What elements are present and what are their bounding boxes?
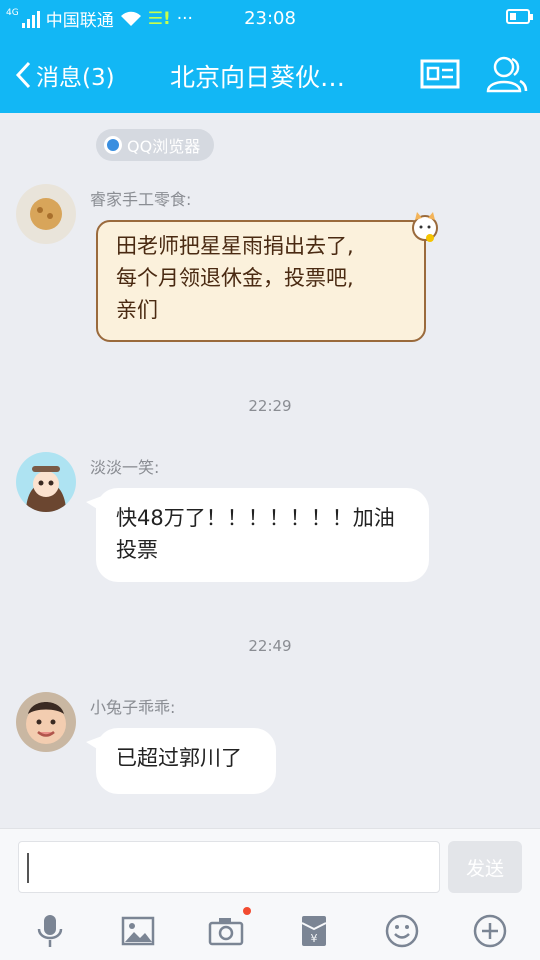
sender-name: 淡淡一笑: <box>90 458 160 477</box>
top-bar: 4G 中国联通 ☰! ··· 23:08 消息(3) 北京向日葵伙… <box>0 0 540 113</box>
notification-dot <box>243 907 251 915</box>
message-bubble[interactable]: 田老师把星星雨捐出去了, 每个月领退休金，投票吧, 亲们 <box>96 212 438 342</box>
group-card-icon[interactable] <box>420 58 460 90</box>
plus-icon[interactable] <box>470 911 510 951</box>
svg-text:¥: ¥ <box>311 932 318 945</box>
camera-icon[interactable] <box>206 911 246 951</box>
battery-icon <box>506 9 533 24</box>
message-line: 田老师把星星雨捐出去了, <box>116 234 354 258</box>
message-line: 亲们 <box>116 298 158 322</box>
avatar[interactable] <box>16 692 76 752</box>
timestamp: 22:29 <box>248 397 292 415</box>
message-line: 投票 <box>116 538 158 562</box>
message-line: 每个月领退休金，投票吧, <box>116 266 354 290</box>
back-button[interactable]: 消息(3) <box>14 58 115 92</box>
image-icon[interactable] <box>118 911 158 951</box>
microphone-icon[interactable] <box>30 911 70 951</box>
timestamp: 22:49 <box>248 637 292 655</box>
back-label: 消息(3) <box>36 65 115 91</box>
message-input[interactable] <box>18 841 440 893</box>
chat-title[interactable]: 北京向日葵伙… <box>170 58 345 94</box>
qq-browser-icon <box>104 136 122 154</box>
message-bubble[interactable]: 已超过郭川了 <box>86 728 276 794</box>
chat-header: 消息(3) 北京向日葵伙… <box>0 38 540 113</box>
avatar[interactable] <box>16 184 76 244</box>
sender-name: 小兔子乖乖: <box>90 698 176 717</box>
message-bubble[interactable]: 快48万了！！！！！！！加油 投票 <box>86 488 429 582</box>
message-line: 已超过郭川了 <box>116 746 242 770</box>
chevron-left-icon <box>15 61 31 89</box>
qq-browser-chip[interactable]: QQ浏览器 <box>96 129 214 161</box>
status-time: 23:08 <box>244 8 296 29</box>
group-members-icon[interactable] <box>486 53 528 95</box>
cat-sticker-icon <box>412 212 438 242</box>
sender-name: 睿家手工零食: <box>90 190 192 209</box>
send-button[interactable]: 发送 <box>448 841 522 893</box>
message-line: 快48万了！！！！！！！加油 <box>116 506 395 530</box>
red-packet-icon[interactable]: ¥ <box>294 911 334 951</box>
input-bar: 发送 ¥ <box>0 828 540 960</box>
input-toolbar: ¥ <box>0 907 540 951</box>
chip-label: QQ浏览器 <box>127 137 201 156</box>
status-bar: 4G 中国联通 ☰! ··· 23:08 <box>0 0 540 38</box>
text-caret <box>27 853 29 883</box>
emoji-icon[interactable] <box>382 911 422 951</box>
avatar[interactable] <box>16 452 76 512</box>
